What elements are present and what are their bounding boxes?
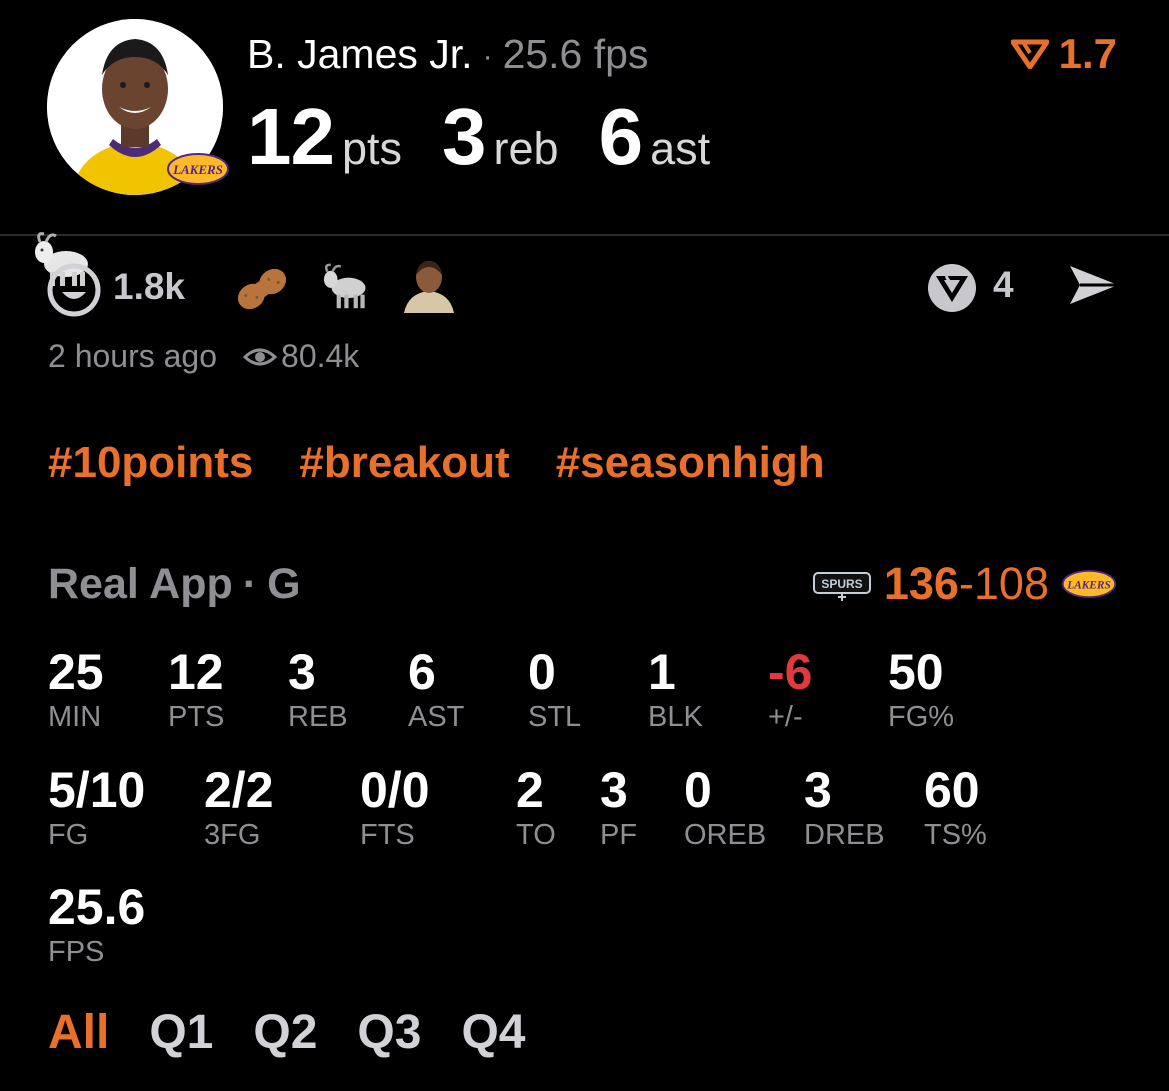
headline-statline: 12 pts 3 reb 6 ast: [247, 92, 750, 182]
lakers-logo-badge: LAKERS: [166, 152, 230, 191]
reply-count[interactable]: 4: [993, 264, 1014, 306]
svg-text:SPURS: SPURS: [821, 577, 862, 591]
tab-all[interactable]: All: [48, 1005, 109, 1060]
stat-fps: 25.6 FPS: [48, 879, 146, 968]
stat-plus-minus: -6 +/-: [768, 644, 813, 733]
player-position: G: [267, 560, 301, 608]
post-time: 2 hours ago: [48, 338, 218, 374]
stat-pf: 3 PF: [600, 762, 638, 851]
stat-dreb: 3 DREB: [804, 762, 885, 851]
smiley-icon[interactable]: [46, 262, 102, 318]
tab-q3[interactable]: Q3: [357, 1005, 421, 1060]
separator-dot: ·: [242, 560, 258, 608]
headline-reb-unit: reb: [493, 123, 559, 174]
tab-q4[interactable]: Q4: [461, 1005, 525, 1060]
stat-oreb: 0 OREB: [684, 762, 767, 851]
source-name: Real App: [48, 560, 233, 608]
post-meta: 2 hours ago 80.4k: [48, 338, 359, 375]
spurs-logo: SPURS: [812, 572, 871, 601]
stat-reb: 3 REB: [288, 644, 348, 733]
score-right: 108: [973, 558, 1049, 609]
player-fps: 25.6 fps: [502, 31, 649, 77]
reaction-count[interactable]: 1.8k: [113, 266, 185, 308]
view-count-group: 80.4k: [243, 338, 359, 375]
score-left: 136: [883, 558, 959, 609]
eye-icon: [243, 348, 278, 365]
lakers-logo: LAKERS: [1061, 570, 1117, 598]
person-emoji-icon[interactable]: [400, 257, 458, 313]
hashtag[interactable]: #seasonhigh: [556, 438, 825, 487]
hashtag-list: #10points #breakout #seasonhigh: [48, 438, 871, 488]
headline-ast-unit: ast: [650, 123, 711, 174]
stat-pts: 12 PTS: [168, 644, 225, 733]
stat-3fg: 2/2 3FG: [204, 762, 274, 851]
game-source: Real App · G: [48, 560, 301, 609]
peanut-emoji-icon[interactable]: [233, 263, 291, 315]
headline-reb: 3: [442, 92, 486, 181]
game-score[interactable]: SPURS 136-108 LAKERS: [812, 558, 1117, 610]
hashtag[interactable]: #breakout: [299, 438, 509, 487]
stat-ast: 6 AST: [408, 644, 465, 733]
headline-pts-unit: pts: [341, 123, 403, 174]
tab-q1[interactable]: Q1: [149, 1005, 213, 1060]
svg-text:LAKERS: LAKERS: [172, 162, 223, 177]
stat-to: 2 TO: [516, 762, 556, 851]
headline-pts: 12: [247, 92, 335, 181]
stat-fg-pct: 50 FG%: [888, 644, 955, 733]
stat-blk: 1 BLK: [648, 644, 703, 733]
svg-text:LAKERS: LAKERS: [1066, 579, 1111, 591]
send-icon[interactable]: [1066, 262, 1122, 308]
quarter-tabs: All Q1 Q2 Q3 Q4: [48, 1005, 525, 1060]
v-chevron-icon: [1010, 39, 1049, 69]
stat-stl: 0 STL: [528, 644, 582, 733]
stat-fg: 5/10 FG: [48, 762, 146, 851]
view-count: 80.4k: [281, 338, 360, 374]
hashtag[interactable]: #10points: [48, 438, 253, 487]
stat-fts: 0/0 FTS: [360, 762, 430, 851]
stat-ts-pct: 60 TS%: [924, 762, 987, 851]
headline-ast: 6: [598, 92, 643, 181]
tab-q2[interactable]: Q2: [253, 1005, 317, 1060]
score-dash: -: [958, 558, 974, 609]
v-badge-icon[interactable]: [926, 262, 978, 314]
multiplier-badge[interactable]: 1.7: [1010, 30, 1117, 78]
header-divider: [0, 234, 1169, 236]
multiplier-value: 1.7: [1058, 30, 1117, 77]
separator-dot: ·: [482, 40, 493, 74]
player-name[interactable]: B. James Jr.: [247, 31, 473, 77]
goat-emoji-icon[interactable]: [318, 260, 374, 314]
stat-min: 25 MIN: [48, 644, 104, 733]
player-name-line: B. James Jr. · 25.6 fps: [247, 30, 648, 81]
